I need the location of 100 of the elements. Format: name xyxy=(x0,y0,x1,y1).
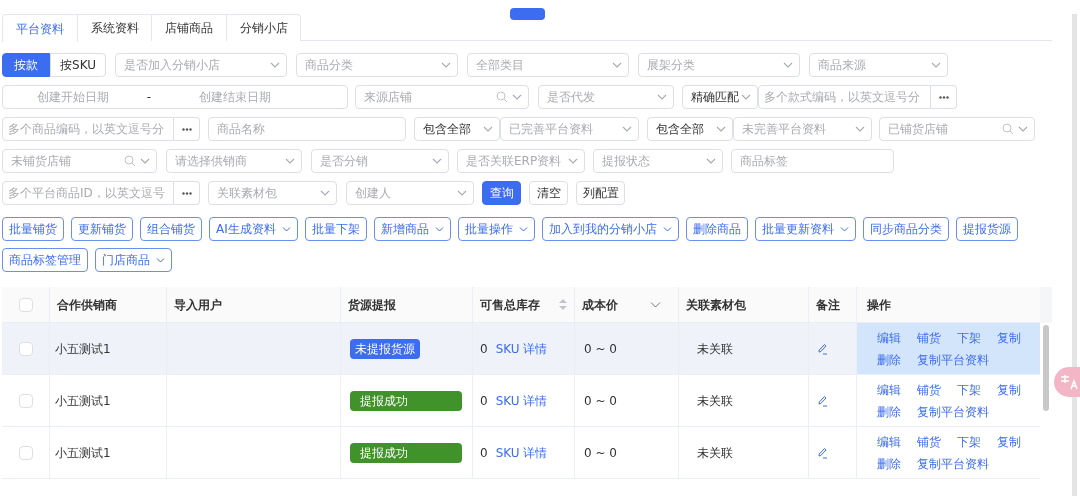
input-field[interactable]: 多个款式编码，以英文逗号分 xyxy=(758,85,931,109)
chevron-down-icon xyxy=(706,158,716,164)
action-link[interactable]: 删除 xyxy=(877,351,917,368)
chevron-down-icon xyxy=(568,158,578,164)
action-link[interactable]: 铺货 xyxy=(917,329,957,346)
toolbar-button[interactable]: 同步商品分类 xyxy=(862,217,949,241)
toolbar-button[interactable]: 商品标签管理 xyxy=(2,248,88,272)
checkbox[interactable] xyxy=(18,341,33,356)
tab[interactable]: 平台资料 xyxy=(2,14,78,42)
toolbar-button[interactable]: 批量更新资料 xyxy=(754,217,856,241)
search-button[interactable]: 查询 xyxy=(482,181,521,205)
tab[interactable]: 分销小店 xyxy=(227,14,301,41)
toolbar-button[interactable]: 提报货源 xyxy=(955,217,1018,241)
chevron-down-icon xyxy=(783,62,793,68)
action-link[interactable]: 下架 xyxy=(957,329,997,346)
chevron-down-icon xyxy=(518,226,528,232)
select-field[interactable]: 包含全部 xyxy=(414,117,500,141)
sku-detail-link[interactable]: SKU 详情 xyxy=(495,392,548,409)
tab[interactable]: 店铺商品 xyxy=(152,14,227,41)
input-field[interactable]: 商品标签 xyxy=(731,149,894,173)
action-link[interactable]: 下架 xyxy=(957,381,997,398)
sort-icon[interactable] xyxy=(559,299,567,310)
chevron-down-icon xyxy=(839,226,849,232)
chevron-down-icon xyxy=(434,226,444,232)
filter-button[interactable]: 列配置 xyxy=(576,181,625,205)
chevron-down-icon[interactable] xyxy=(650,301,661,308)
more-button[interactable] xyxy=(931,85,957,109)
more-button[interactable] xyxy=(174,181,200,205)
table-cell: 未关联 xyxy=(697,444,733,461)
filter-button[interactable]: 清空 xyxy=(529,181,568,205)
toolbar-button[interactable]: 组合铺货 xyxy=(140,217,202,241)
action-link[interactable]: 铺货 xyxy=(917,381,957,398)
toolbar-button[interactable]: 更新铺货 xyxy=(71,217,133,241)
date-range-field[interactable]: 创建开始日期 - 创建结束日期 xyxy=(2,85,348,109)
sku-detail-link[interactable]: SKU 详情 xyxy=(495,444,548,461)
action-link[interactable]: 编辑 xyxy=(877,433,917,450)
edit-icon[interactable] xyxy=(817,446,828,459)
column-header: 备注 xyxy=(816,296,841,313)
input-field[interactable]: 多个平台商品ID，以英文逗号 xyxy=(2,181,174,205)
toolbar-button[interactable]: 门店商品 xyxy=(95,248,172,272)
action-link[interactable]: 复制 xyxy=(997,433,1037,450)
checkbox[interactable] xyxy=(18,297,33,312)
checkbox[interactable] xyxy=(18,445,33,460)
action-link[interactable]: 复制 xyxy=(997,381,1037,398)
chevron-down-icon xyxy=(612,62,622,68)
action-link[interactable]: 复制平台资料 xyxy=(917,351,989,368)
toolbar-button[interactable]: AI生成资料 xyxy=(209,217,298,241)
chevron-down-icon xyxy=(483,126,493,132)
search-icon xyxy=(1002,123,1014,135)
column-header: 导入用户 xyxy=(174,296,223,313)
date-input[interactable]: 创建结束日期 xyxy=(155,87,315,107)
action-link[interactable]: 复制平台资料 xyxy=(917,403,989,420)
table-cell: 0 ~ 0 xyxy=(584,340,617,357)
chevron-down-icon xyxy=(320,190,330,196)
input-field[interactable]: 商品名称 xyxy=(208,117,406,141)
toolbar-button[interactable]: 批量操作 xyxy=(457,217,535,241)
toolbar-button[interactable]: 删除商品 xyxy=(685,217,748,241)
toolbar-button[interactable]: 新增商品 xyxy=(373,217,451,241)
table-cell: 0 ~ 0 xyxy=(584,392,617,409)
sku-detail-link[interactable]: SKU 详情 xyxy=(495,340,548,357)
more-button[interactable] xyxy=(174,117,200,141)
select-field[interactable]: 包含全部 xyxy=(647,117,733,141)
action-link[interactable]: 编辑 xyxy=(877,381,917,398)
table-row[interactable]: 小五测试1 提报成功 0 SKU 详情 0 ~ 0 未关联 编辑 铺货 下架 复制 删除 复制平台资料 xyxy=(2,375,1040,427)
column-header: 可售总库存 xyxy=(480,296,541,313)
column-header: 关联素材包 xyxy=(686,296,747,313)
action-link[interactable]: 铺货 xyxy=(917,433,957,450)
scrollbar-thumb[interactable] xyxy=(1043,325,1049,411)
chevron-down-icon xyxy=(512,94,522,100)
checkbox[interactable] xyxy=(18,393,33,408)
input-field[interactable]: 多个商品编码，以英文逗号分 xyxy=(2,117,174,141)
more-icon xyxy=(181,191,192,195)
select-field[interactable]: 精确匹配 xyxy=(682,85,758,109)
toolbar-button[interactable]: 批量下架 xyxy=(304,217,367,241)
chevron-down-icon xyxy=(622,126,632,132)
mode-toggle-button[interactable]: 按款 xyxy=(2,53,50,77)
tab[interactable]: 系统资料 xyxy=(78,14,152,41)
column-header: 货源提报 xyxy=(348,296,397,313)
action-link[interactable]: 复制 xyxy=(997,329,1037,346)
toolbar-button[interactable]: 批量铺货 xyxy=(2,217,64,241)
translate-icon[interactable] xyxy=(1054,367,1080,397)
table-cell: 0 xyxy=(480,340,488,357)
chevron-down-icon xyxy=(657,94,667,100)
action-link[interactable]: 编辑 xyxy=(877,329,917,346)
more-icon xyxy=(938,95,949,99)
collapse-tab[interactable] xyxy=(510,8,545,20)
edit-icon[interactable] xyxy=(817,342,828,355)
table-row[interactable]: 小五测试1 未提报货源 0 SKU 详情 0 ~ 0 未关联 编辑 铺货 下架 复制 删除 复制平台资料 xyxy=(2,323,1040,375)
action-link[interactable]: 复制平台资料 xyxy=(917,455,989,472)
date-input[interactable]: 创建开始日期 xyxy=(3,87,143,107)
table-cell: 小五测试1 xyxy=(55,392,111,409)
mode-toggle-button[interactable]: 按SKU xyxy=(50,53,106,77)
toolbar-button[interactable]: 加入到我的分销小店 xyxy=(541,217,679,241)
table-row[interactable]: 小五测试1 提报成功 0 SKU 详情 0 ~ 0 未关联 编辑 铺货 下架 复制 删除 复制平台资料 xyxy=(2,427,1040,479)
action-link[interactable]: 删除 xyxy=(877,403,917,420)
edit-icon[interactable] xyxy=(817,394,828,407)
action-link[interactable]: 下架 xyxy=(957,433,997,450)
table-cell: 0 ~ 0 xyxy=(584,444,617,461)
chevron-down-icon xyxy=(716,126,726,132)
action-link[interactable]: 删除 xyxy=(877,455,917,472)
